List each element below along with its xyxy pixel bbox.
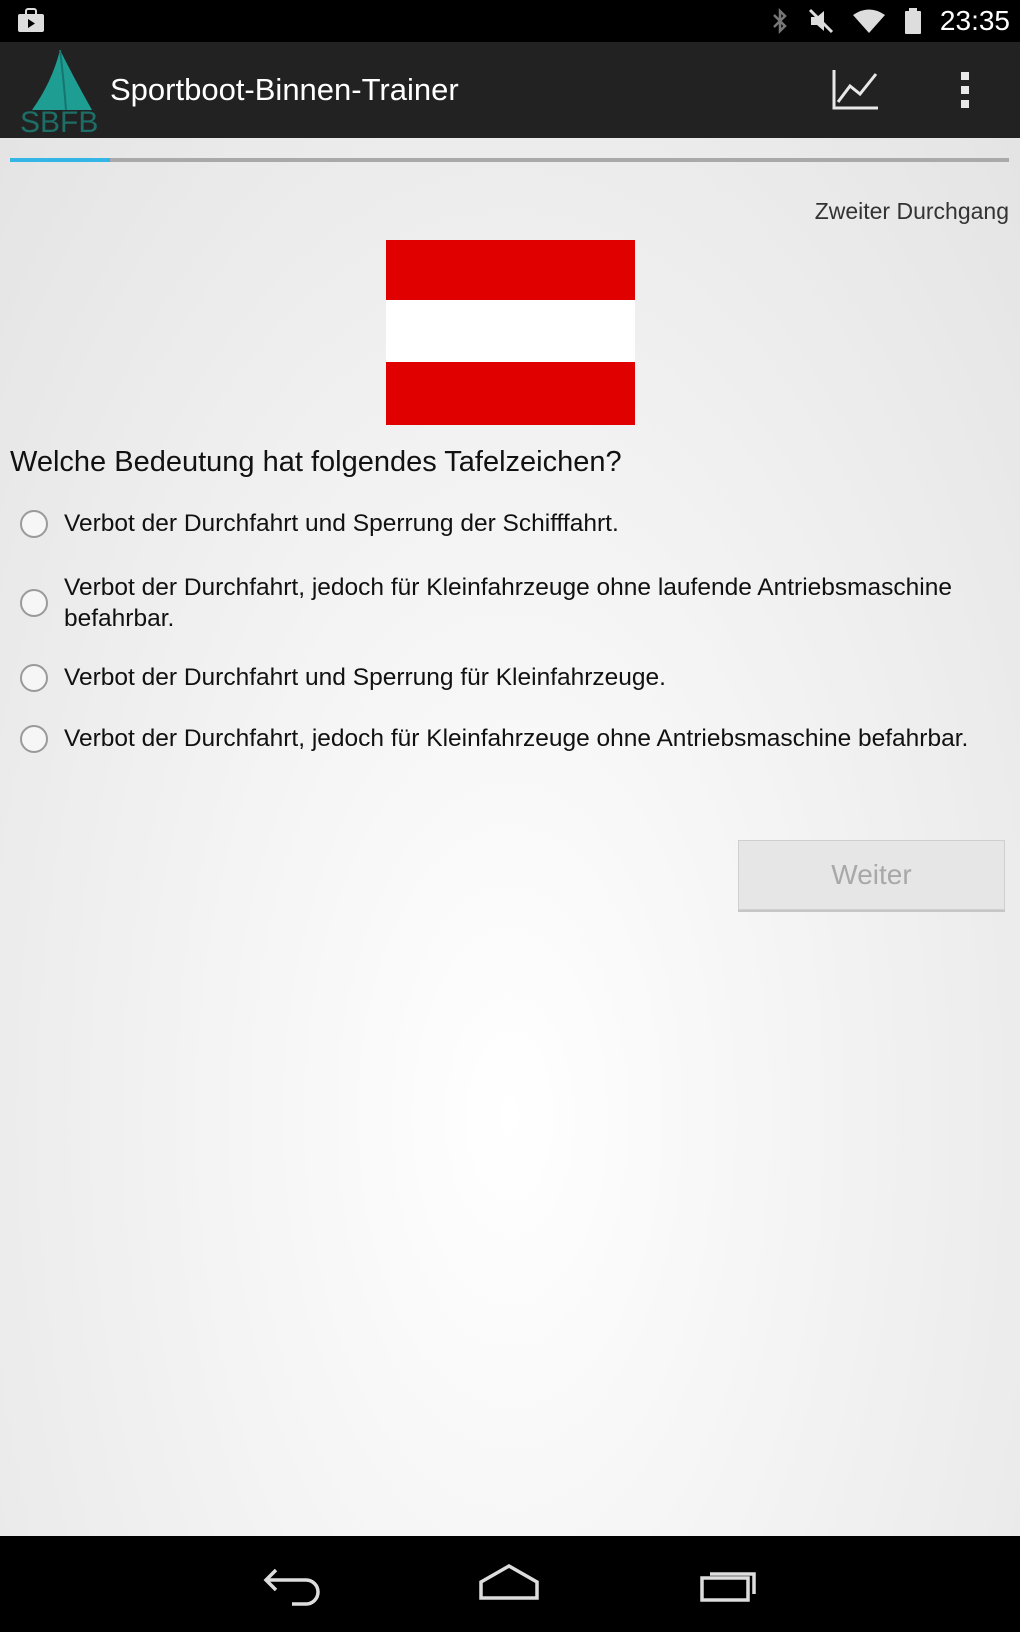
answer-option-label: Verbot der Durchfahrt und Sperrung der S… xyxy=(64,510,619,537)
radio-button[interactable] xyxy=(20,663,48,692)
battery-icon xyxy=(904,8,921,34)
sign-image xyxy=(386,240,635,425)
overflow-menu-icon[interactable] xyxy=(950,66,980,114)
app-title: Sportboot-Binnen-Trainer xyxy=(110,72,459,107)
answer-option-label: Verbot der Durchfahrt, jedoch für Kleinf… xyxy=(64,725,969,752)
answer-option[interactable]: Verbot der Durchfahrt, jedoch für Kleinf… xyxy=(20,572,1000,634)
sign-band-bottom xyxy=(386,362,635,425)
sign-band-middle xyxy=(386,300,635,362)
status-bar: 23:35 xyxy=(0,0,1020,42)
answer-option-label: Verbot der Durchfahrt, jedoch für Kleinf… xyxy=(64,574,953,632)
bluetooth-icon xyxy=(773,7,787,35)
status-time: 23:35 xyxy=(939,5,1010,36)
stats-chart-icon[interactable] xyxy=(830,68,882,114)
radio-button[interactable] xyxy=(20,589,48,617)
app-logo-sail-icon[interactable]: SBFB xyxy=(18,48,104,134)
question-text: Welche Bedeutung hat folgendes Tafelzeic… xyxy=(10,446,622,478)
quiz-content: Zweiter Durchgang Welche Bedeutung hat f… xyxy=(0,138,1020,1536)
sign-band-top xyxy=(386,240,635,300)
answer-option[interactable]: Verbot der Durchfahrt und Sperrung der S… xyxy=(20,508,1000,539)
back-icon[interactable] xyxy=(262,1560,324,1608)
wifi-icon xyxy=(852,9,885,33)
answer-option[interactable]: Verbot der Durchfahrt, jedoch für Kleinf… xyxy=(20,723,1000,754)
radio-button[interactable] xyxy=(20,509,48,538)
next-button[interactable]: Weiter xyxy=(738,840,1005,910)
shop-bag-icon xyxy=(18,8,44,32)
app-logo-text: SBFB xyxy=(20,106,98,134)
radio-button[interactable] xyxy=(20,724,48,753)
navigation-bar xyxy=(0,1536,1020,1632)
mute-icon xyxy=(808,8,833,34)
progress-fill xyxy=(10,158,110,162)
recent-apps-icon[interactable] xyxy=(698,1560,760,1608)
answer-options: Verbot der Durchfahrt und Sperrung der S… xyxy=(20,508,1000,780)
home-icon[interactable] xyxy=(478,1560,540,1608)
answer-option[interactable]: Verbot der Durchfahrt und Sperrung für K… xyxy=(20,662,1000,693)
round-label: Zweiter Durchgang xyxy=(814,198,1009,224)
progress-bar xyxy=(10,158,1009,162)
answer-option-label: Verbot der Durchfahrt und Sperrung für K… xyxy=(64,664,666,691)
action-bar: SBFB Sportboot-Binnen-Trainer xyxy=(0,42,1020,138)
